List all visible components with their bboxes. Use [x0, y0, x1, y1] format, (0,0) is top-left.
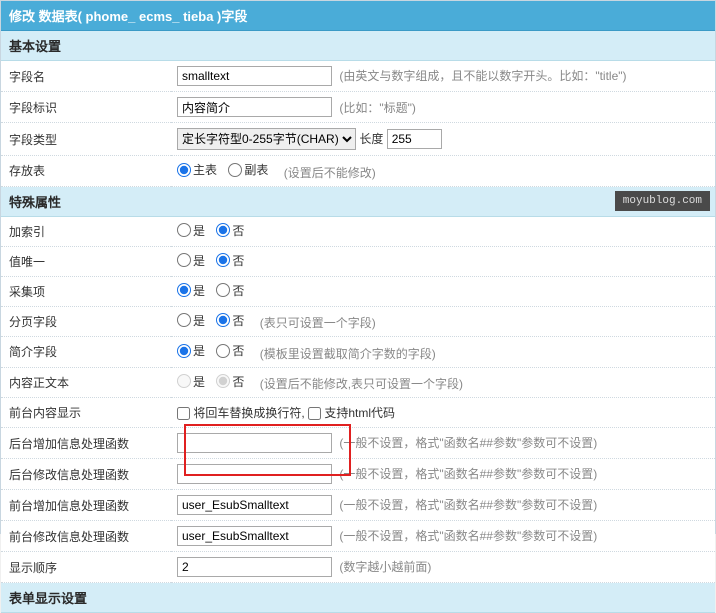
label-unique: 值唯一 [1, 246, 171, 276]
label-backadd: 后台增加信息处理函数 [1, 428, 171, 459]
hint-introfield: (模板里设置截取简介字数的字段) [260, 347, 436, 361]
input-length[interactable] [387, 129, 442, 149]
radio-introfield-no[interactable] [216, 344, 230, 358]
radio-label: 副表 [244, 161, 268, 178]
radio-label: 否 [232, 252, 244, 269]
page-title: 修改 数据表( phome_ ecms_ tieba )字段 [1, 1, 715, 31]
radio-storetable-main[interactable] [177, 163, 191, 177]
radio-unique-yes[interactable] [177, 253, 191, 267]
radio-label: 否 [232, 373, 244, 390]
radio-label: 是 [193, 312, 205, 329]
hint-backadd: (一般不设置，格式"函数名##参数"参数可不设置) [339, 436, 597, 450]
radio-label: 否 [232, 282, 244, 299]
radio-label: 否 [232, 222, 244, 239]
radio-label: 是 [193, 282, 205, 299]
hint-fieldident: (比如："标题") [339, 101, 416, 115]
radio-label: 否 [232, 342, 244, 359]
input-fieldident[interactable] [177, 97, 332, 117]
checkbox-label: 支持html代码 [324, 406, 395, 420]
label-fieldname: 字段名 [1, 61, 171, 92]
input-frontedit[interactable] [177, 526, 332, 546]
radio-pagefield-no[interactable] [216, 313, 230, 327]
radio-introfield-yes[interactable] [177, 344, 191, 358]
radio-label: 是 [193, 373, 205, 390]
hint-backedit: (一般不设置，格式"函数名##参数"参数可不设置) [339, 467, 597, 481]
input-order[interactable] [177, 557, 332, 577]
input-frontadd[interactable] [177, 495, 332, 515]
radio-contenttext-no [216, 374, 230, 388]
hint-storetable: (设置后不能修改) [284, 166, 376, 180]
label-frontadd: 前台增加信息处理函数 [1, 490, 171, 521]
radio-collect-no[interactable] [216, 283, 230, 297]
radio-label: 是 [193, 222, 205, 239]
label-backedit: 后台修改信息处理函数 [1, 459, 171, 490]
radio-pagefield-yes[interactable] [177, 313, 191, 327]
label-frontedit: 前台修改信息处理函数 [1, 521, 171, 552]
input-backadd[interactable] [177, 433, 332, 453]
label-fieldtype: 字段类型 [1, 123, 171, 156]
hint-frontedit: (一般不设置，格式"函数名##参数"参数可不设置) [339, 529, 597, 543]
label-order: 显示顺序 [1, 552, 171, 583]
hint-pagefield: (表只可设置一个字段) [260, 316, 376, 330]
radio-index-no[interactable] [216, 223, 230, 237]
hint-frontadd: (一般不设置，格式"函数名##参数"参数可不设置) [339, 498, 597, 512]
label-storetable: 存放表 [1, 156, 171, 187]
hint-order: (数字越小越前面) [339, 560, 431, 574]
checkbox-support-html[interactable] [308, 407, 321, 420]
select-fieldtype[interactable]: 定长字符型0-255字节(CHAR) [177, 128, 356, 150]
radio-label: 主表 [193, 161, 217, 178]
radio-collect-yes[interactable] [177, 283, 191, 297]
radio-index-yes[interactable] [177, 223, 191, 237]
label-introfield: 简介字段 [1, 337, 171, 368]
radio-label: 是 [193, 342, 205, 359]
label-index: 加索引 [1, 217, 171, 247]
label-pagefield: 分页字段 [1, 306, 171, 337]
checkbox-label: 将回车替换成换行符, [193, 406, 304, 420]
radio-label: 是 [193, 252, 205, 269]
radio-label: 否 [232, 312, 244, 329]
label-length: 长度 [359, 132, 383, 146]
label-collect: 采集项 [1, 276, 171, 306]
radio-contenttext-yes [177, 374, 191, 388]
section-basic: 基本设置 [1, 31, 715, 61]
hint-contenttext: (设置后不能修改,表只可设置一个字段) [260, 377, 463, 391]
input-fieldname[interactable] [177, 66, 332, 86]
label-frontshow: 前台内容显示 [1, 398, 171, 428]
section-special: 特殊属性 [1, 187, 715, 217]
label-contenttext: 内容正文本 [1, 367, 171, 398]
watermark: moyublog.com [615, 191, 710, 211]
input-backedit[interactable] [177, 464, 332, 484]
hint-fieldname: (由英文与数字组成，且不能以数字开头。比如："title") [339, 69, 626, 83]
section-form: 表单显示设置 [1, 583, 715, 613]
label-fieldident: 字段标识 [1, 92, 171, 123]
radio-unique-no[interactable] [216, 253, 230, 267]
checkbox-replace-crlf[interactable] [177, 407, 190, 420]
radio-storetable-sub[interactable] [228, 163, 242, 177]
